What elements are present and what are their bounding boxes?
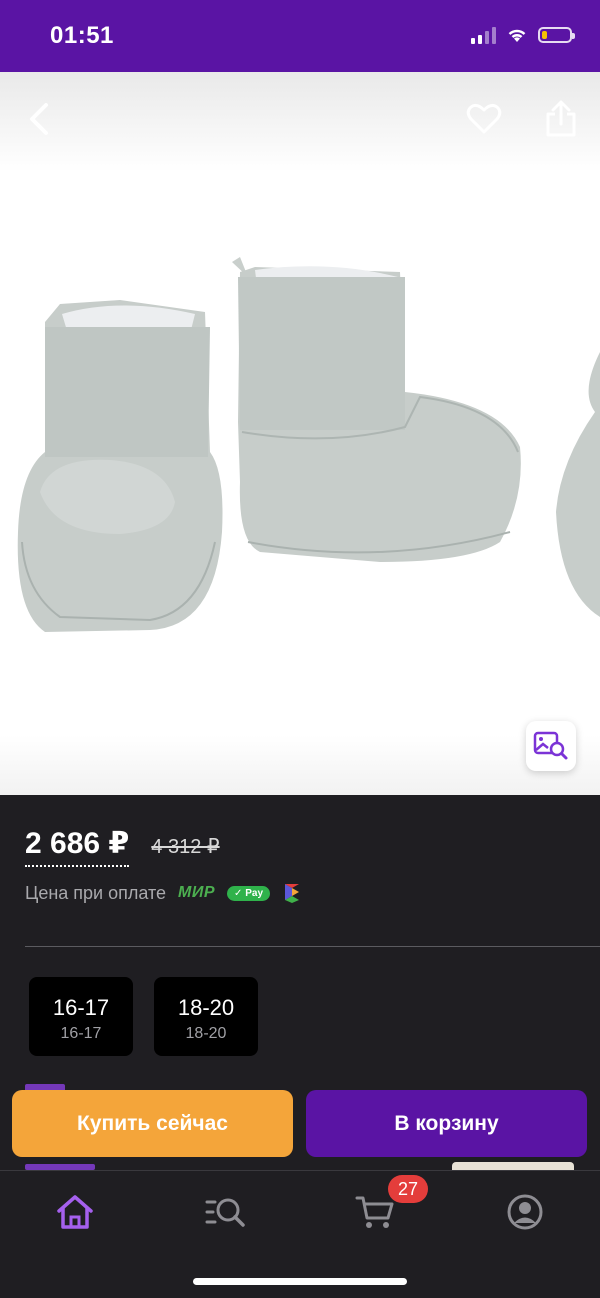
profile-icon xyxy=(507,1194,543,1230)
gallery-top-fade xyxy=(0,72,600,172)
share-button[interactable] xyxy=(536,94,586,144)
wifi-icon xyxy=(508,29,526,42)
tab-profile[interactable] xyxy=(495,1189,555,1235)
size-label: 16-17 xyxy=(52,995,110,1020)
tab-catalog[interactable] xyxy=(195,1189,255,1235)
battery-icon xyxy=(538,27,575,43)
mir-logo: МИР xyxy=(178,884,216,901)
image-search-icon xyxy=(533,731,568,760)
tab-home[interactable] xyxy=(45,1189,105,1235)
visual-search-button[interactable] xyxy=(526,721,576,771)
price-old: 4 312 ₽ xyxy=(151,836,220,858)
price-row: 2 686 ₽ 4 312 ₽ xyxy=(25,826,220,867)
hidden-content-peek xyxy=(452,1162,574,1170)
size-option[interactable]: 18-20 18-20 xyxy=(154,977,258,1056)
status-bar: 01:51 xyxy=(0,0,600,72)
favorite-button[interactable] xyxy=(459,94,509,144)
cart-count-badge: 27 xyxy=(388,1175,428,1203)
buy-now-button[interactable]: Купить сейчас xyxy=(12,1090,293,1157)
gallery-bottom-fade xyxy=(0,735,600,795)
divider xyxy=(25,946,600,947)
home-icon xyxy=(57,1195,93,1229)
payment-row: Цена при оплате МИР ✓ Pay xyxy=(25,882,302,904)
size-label: 18-20 xyxy=(177,995,235,1020)
sberpay-logo: ✓ Pay xyxy=(227,885,271,901)
signal-icon xyxy=(471,26,496,44)
cart-icon xyxy=(355,1196,394,1228)
product-image xyxy=(17,257,600,632)
status-time: 01:51 xyxy=(50,22,114,49)
catalog-search-icon xyxy=(205,1198,245,1227)
size-option[interactable]: 16-17 16-17 xyxy=(29,977,133,1056)
chevron-left-icon xyxy=(30,103,48,135)
heart-icon xyxy=(466,103,502,134)
pay-caption: Цена при оплате xyxy=(25,882,167,903)
add-to-cart-button[interactable]: В корзину xyxy=(306,1090,587,1157)
back-button[interactable] xyxy=(14,94,64,144)
price-current[interactable]: 2 686 ₽ xyxy=(25,826,130,867)
status-icons xyxy=(471,26,575,44)
home-indicator[interactable] xyxy=(193,1278,407,1285)
share-icon xyxy=(546,100,576,137)
sbp-logo xyxy=(285,884,300,903)
product-gallery[interactable] xyxy=(0,72,600,795)
size-sublabel: 18-20 xyxy=(185,1025,227,1042)
size-sublabel: 16-17 xyxy=(60,1025,102,1042)
